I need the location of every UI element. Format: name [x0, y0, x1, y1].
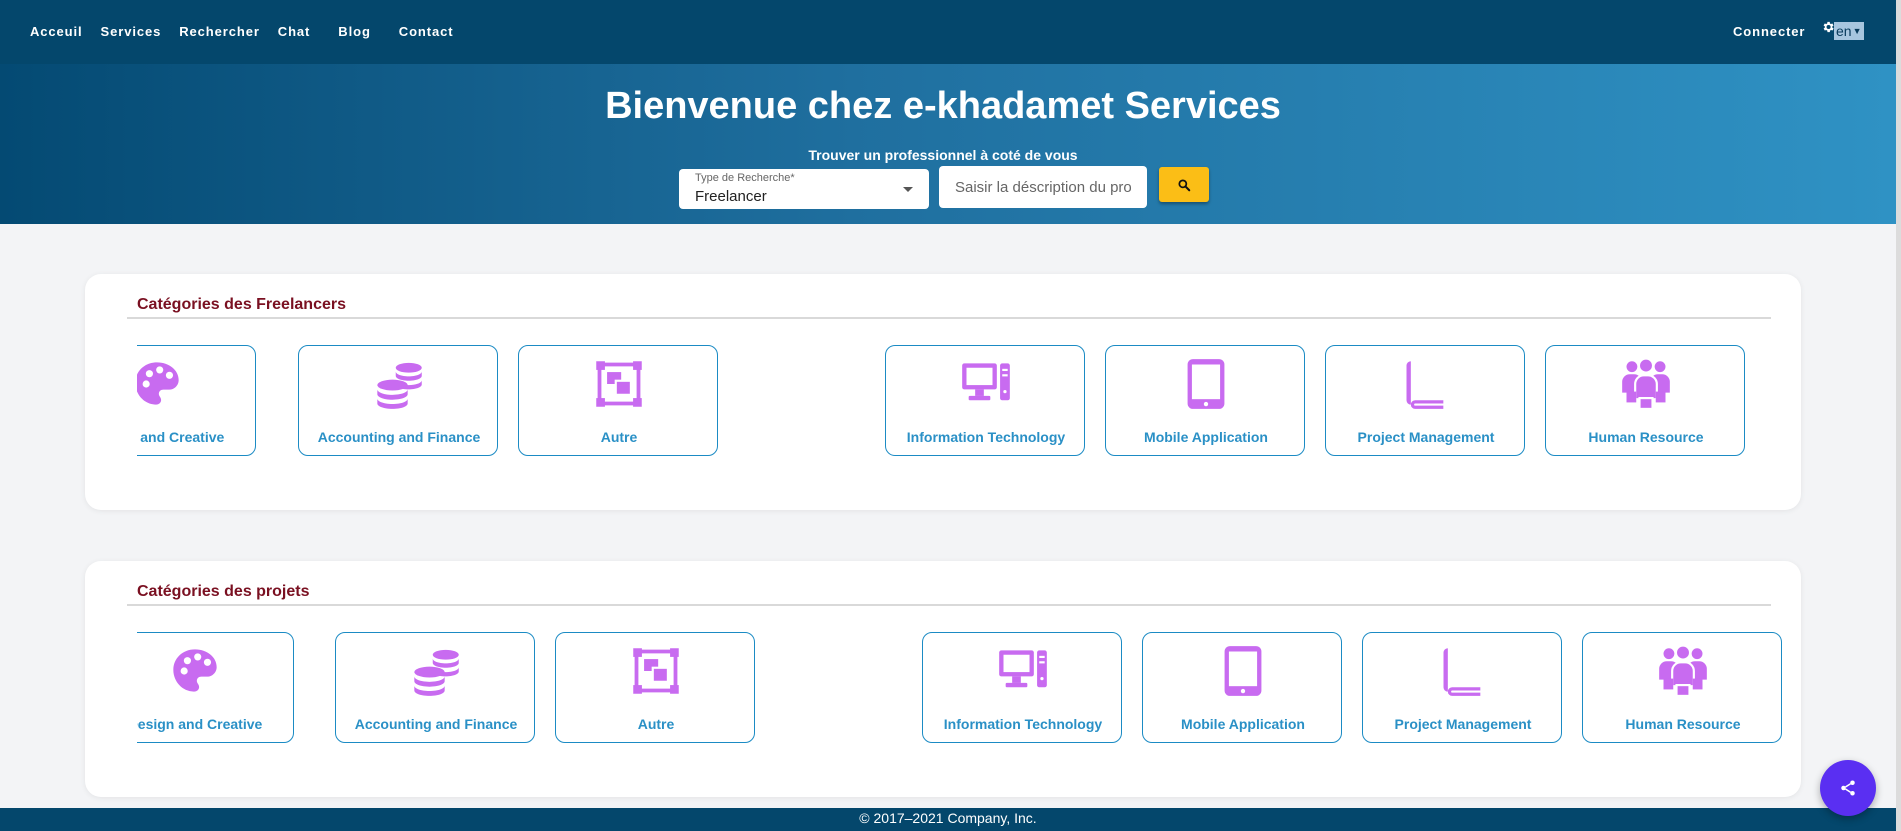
footer: © 2017–2021 Company, Inc. — [0, 808, 1896, 831]
share-button[interactable] — [1820, 760, 1876, 816]
freelancer-categories-carousel[interactable]: Design and Creative Accounting and Finan… — [137, 345, 1781, 457]
book-icon — [1437, 645, 1489, 697]
object-group-icon — [593, 358, 645, 410]
category-label: Project Management — [1357, 429, 1495, 445]
category-label: Human Resource — [1588, 429, 1704, 445]
nav-blog[interactable]: Blog — [338, 24, 370, 39]
nav-chat[interactable]: Chat — [278, 24, 311, 39]
category-tile-mobile-application[interactable]: Mobile Application — [1142, 632, 1342, 743]
hero-subtitle: Trouver un professionnel à coté de vous — [808, 147, 1078, 163]
category-tile-mobile-application[interactable]: Mobile Application — [1105, 345, 1305, 456]
category-label: Accounting and Finance — [317, 429, 481, 445]
category-label: Accounting and Finance — [354, 716, 518, 732]
category-tile-design-creative[interactable]: Design and Creative — [137, 632, 294, 743]
section-divider — [127, 317, 1771, 319]
people-group-icon — [1657, 645, 1709, 697]
category-tile-accounting-finance[interactable]: Accounting and Finance — [298, 345, 498, 456]
category-label: Autre — [600, 429, 638, 445]
category-label: Mobile Application — [1144, 429, 1268, 445]
top-navbar: Acceuil Services Rechercher Chat Blog Co… — [0, 0, 1896, 64]
section-divider — [127, 604, 1771, 606]
nav-acceuil[interactable]: Acceuil — [30, 24, 83, 39]
search-type-select[interactable]: Type de Recherche* Freelancer — [679, 169, 929, 209]
category-label: Design and Creative — [137, 716, 263, 732]
category-label: Autre — [637, 716, 675, 732]
desktop-tower-icon — [960, 358, 1012, 410]
share-icon — [1841, 780, 1855, 796]
search-input[interactable] — [939, 166, 1147, 208]
category-label: Mobile Application — [1181, 716, 1305, 732]
category-label: Information Technology — [906, 429, 1066, 445]
category-tile-autre[interactable]: Autre — [555, 632, 755, 743]
chevron-down-icon: ▼ — [1852, 26, 1862, 36]
language-select[interactable]: en ▼ — [1834, 22, 1864, 40]
category-tile-accounting-finance[interactable]: Accounting and Finance — [335, 632, 535, 743]
category-tile-information-technology[interactable]: Information Technology — [885, 345, 1085, 456]
category-tile-project-management[interactable]: Project Management — [1362, 632, 1562, 743]
category-tile-design-creative[interactable]: Design and Creative — [137, 345, 256, 456]
main-nav: Acceuil Services Rechercher Chat Blog Co… — [30, 24, 471, 39]
connect-link[interactable]: Connecter — [1733, 24, 1805, 39]
freelancer-categories-section: Catégories des Freelancers Design and Cr… — [85, 274, 1801, 510]
category-label: Information Technology — [943, 716, 1103, 732]
tablet-icon — [1217, 645, 1269, 697]
desktop-tower-icon — [997, 645, 1049, 697]
gear-icon[interactable] — [1821, 20, 1835, 34]
nav-contact[interactable]: Contact — [399, 24, 454, 39]
palette-icon — [137, 358, 183, 410]
object-group-icon — [630, 645, 682, 697]
category-tile-human-resource[interactable]: Human Resource — [1582, 632, 1782, 743]
book-icon — [1400, 358, 1452, 410]
tablet-icon — [1180, 358, 1232, 410]
nav-rechercher[interactable]: Rechercher — [179, 24, 260, 39]
language-value: en — [1836, 23, 1852, 39]
search-button[interactable] — [1159, 167, 1209, 202]
category-tile-project-management[interactable]: Project Management — [1325, 345, 1525, 456]
project-categories-carousel[interactable]: Design and Creative Accounting and Finan… — [137, 632, 1785, 744]
category-tile-human-resource[interactable]: Human Resource — [1545, 345, 1745, 456]
category-label: Human Resource — [1625, 716, 1741, 732]
category-label: Project Management — [1394, 716, 1532, 732]
category-tile-autre[interactable]: Autre — [518, 345, 718, 456]
search-icon — [1178, 178, 1191, 191]
project-categories-section: Catégories des projets Design and Creati… — [85, 561, 1801, 797]
page-scrollbar[interactable] — [1896, 0, 1901, 831]
dropdown-arrow-icon — [903, 187, 913, 192]
category-tile-information-technology[interactable]: Information Technology — [922, 632, 1122, 743]
section-title: Catégories des Freelancers — [137, 296, 346, 313]
search-type-label: Type de Recherche* — [695, 172, 795, 184]
category-label: Design and Creative — [137, 429, 225, 445]
footer-copyright: © 2017–2021 Company, Inc. — [859, 810, 1037, 826]
coins-icon — [410, 645, 462, 697]
palette-icon — [169, 645, 221, 697]
people-group-icon — [1620, 358, 1672, 410]
search-type-value: Freelancer — [695, 188, 767, 205]
nav-services[interactable]: Services — [101, 24, 162, 39]
coins-icon — [373, 358, 425, 410]
section-title: Catégories des projets — [137, 583, 310, 600]
hero-title: Bienvenue chez e-khadamet Services — [605, 85, 1281, 127]
